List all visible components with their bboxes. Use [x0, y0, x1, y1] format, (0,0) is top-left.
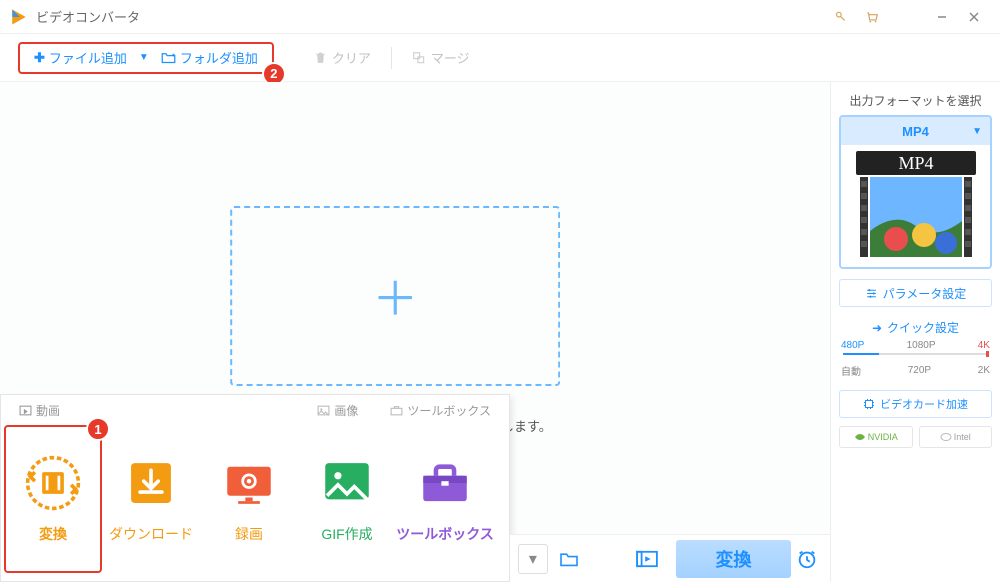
annotation-box-2: ✚ ファイル追加 ▼ フォルダ追加 2 [18, 42, 274, 74]
mp4-thumb-icon: MP4 [856, 151, 976, 261]
tool-card-download-label: ダウンロード [109, 524, 193, 544]
key-icon[interactable] [824, 4, 856, 30]
separator [391, 47, 392, 69]
clear-button[interactable]: クリア [314, 48, 371, 67]
tool-card-gif-label: GIF作成 [321, 524, 372, 544]
folder-plus-icon [161, 51, 176, 64]
app-logo-icon [10, 8, 28, 26]
parameter-settings-label: パラメータ設定 [883, 285, 967, 302]
gpu-brands: NVIDIA Intel [839, 426, 992, 448]
nvidia-icon [854, 432, 866, 442]
res-row-1: 480P 1080P 4K [839, 340, 992, 351]
video-tab-icon [19, 405, 32, 416]
clock-icon [796, 548, 818, 570]
main-area: ＋ こまでドラッグします。 動画 画像 ツールボックス [0, 82, 1000, 582]
output-format-dropdown[interactable]: MP4 ▼ [841, 117, 990, 145]
drop-box[interactable]: ＋ [230, 206, 560, 386]
toolbox-tab-icon [390, 405, 403, 416]
merge-button[interactable]: マージ [412, 48, 470, 67]
tab-toolbox-label: ツールボックス [407, 402, 491, 419]
tool-card-record-label: 録画 [235, 524, 263, 544]
film-button[interactable] [626, 544, 668, 574]
right-panel: 出力フォーマットを選択 MP4 ▼ MP4 [830, 82, 1000, 582]
app-title: ビデオコンバータ [36, 7, 824, 26]
output-format-title: 出力フォーマットを選択 [839, 92, 992, 109]
tab-toolbox[interactable]: ツールボックス [390, 402, 491, 419]
clear-label: クリア [332, 48, 371, 67]
quick-settings-label: クイック設定 [887, 319, 959, 336]
minimize-button[interactable] [926, 4, 958, 30]
res-720p[interactable]: 720P [908, 365, 931, 376]
tool-card-toolbox-label: ツールボックス [396, 524, 494, 544]
close-button[interactable] [958, 4, 990, 30]
svg-text:MP4: MP4 [898, 153, 933, 173]
intel-badge: Intel [919, 426, 993, 448]
bottom-tool-grid: 1 変換 ダウンロード 録画 GIF作成 ツー [1, 425, 509, 573]
drop-area: ＋ こまでドラッグします。 動画 画像 ツールボックス [0, 82, 830, 582]
add-file-dropdown[interactable]: ▼ [139, 52, 149, 63]
convert-button[interactable]: 変換 [676, 540, 791, 578]
res-slider-1[interactable] [843, 353, 988, 355]
video-card-accel-label: ビデオカード加速 [880, 396, 968, 412]
res-auto[interactable]: 自動 [841, 363, 861, 378]
cart-icon[interactable] [856, 4, 888, 30]
tab-image-label: 画像 [334, 402, 358, 419]
tool-card-record[interactable]: 録画 [200, 425, 298, 573]
res-2k[interactable]: 2K [978, 365, 990, 376]
tab-image[interactable]: 画像 [317, 402, 358, 419]
nvidia-badge: NVIDIA [839, 426, 913, 448]
schedule-button[interactable] [791, 548, 822, 570]
toolbox-icon [416, 454, 474, 512]
bottom-tools-panel: 動画 画像 ツールボックス 1 変換 [0, 394, 510, 582]
quick-settings-title: ➜ クイック設定 [839, 319, 992, 336]
download-icon [122, 454, 180, 512]
parameter-settings-button[interactable]: パラメータ設定 [839, 279, 992, 307]
output-format-box: MP4 ▼ MP4 [839, 115, 992, 269]
tool-card-convert-label: 変換 [39, 524, 67, 544]
sliders-icon [865, 287, 878, 300]
output-path-dropdown[interactable]: ▾ [518, 544, 548, 574]
tool-card-toolbox[interactable]: ツールボックス [396, 425, 494, 573]
open-folder-button[interactable] [548, 544, 590, 574]
tool-card-download[interactable]: ダウンロード [102, 425, 200, 573]
output-format-selected: MP4 [902, 124, 929, 139]
record-icon [220, 454, 278, 512]
gif-icon [318, 454, 376, 512]
open-folder-icon [559, 551, 579, 567]
tool-card-gif[interactable]: GIF作成 [298, 425, 396, 573]
trash-icon [314, 51, 327, 64]
arrow-right-icon: ➜ [872, 321, 882, 335]
titlebar: ビデオコンバータ [0, 0, 1000, 34]
tool-card-convert[interactable]: 1 変換 [4, 425, 102, 573]
res-1080p[interactable]: 1080P [907, 340, 936, 351]
toolbar: ✚ ファイル追加 ▼ フォルダ追加 2 クリア マージ [0, 34, 1000, 82]
add-file-button[interactable]: ✚ ファイル追加 [28, 44, 133, 71]
chip-icon [863, 398, 875, 410]
add-folder-button[interactable]: フォルダ追加 [155, 44, 264, 71]
bottom-bar: ▾ 変換 [510, 534, 830, 582]
format-thumbnail[interactable]: MP4 [841, 145, 990, 267]
plus-icon: ✚ [34, 50, 45, 66]
intel-icon [940, 432, 952, 442]
film-icon [636, 550, 658, 568]
res-480p[interactable]: 480P [841, 340, 864, 351]
convert-icon [24, 454, 82, 512]
video-card-accel-button[interactable]: ビデオカード加速 [839, 390, 992, 418]
tab-video[interactable]: 動画 [19, 402, 60, 419]
res-row-2: 自動 720P 2K [839, 363, 992, 378]
add-folder-label: フォルダ追加 [180, 48, 258, 67]
chevron-down-icon: ▼ [972, 126, 982, 137]
add-file-label: ファイル追加 [49, 48, 127, 67]
drop-plus-icon: ＋ [372, 263, 418, 329]
bottom-tabs: 動画 画像 ツールボックス [1, 395, 509, 425]
merge-icon [412, 51, 426, 65]
res-4k[interactable]: 4K [978, 340, 990, 351]
tab-video-label: 動画 [36, 402, 60, 419]
convert-button-label: 変換 [715, 546, 751, 572]
image-tab-icon [317, 405, 330, 416]
merge-label: マージ [431, 48, 470, 67]
